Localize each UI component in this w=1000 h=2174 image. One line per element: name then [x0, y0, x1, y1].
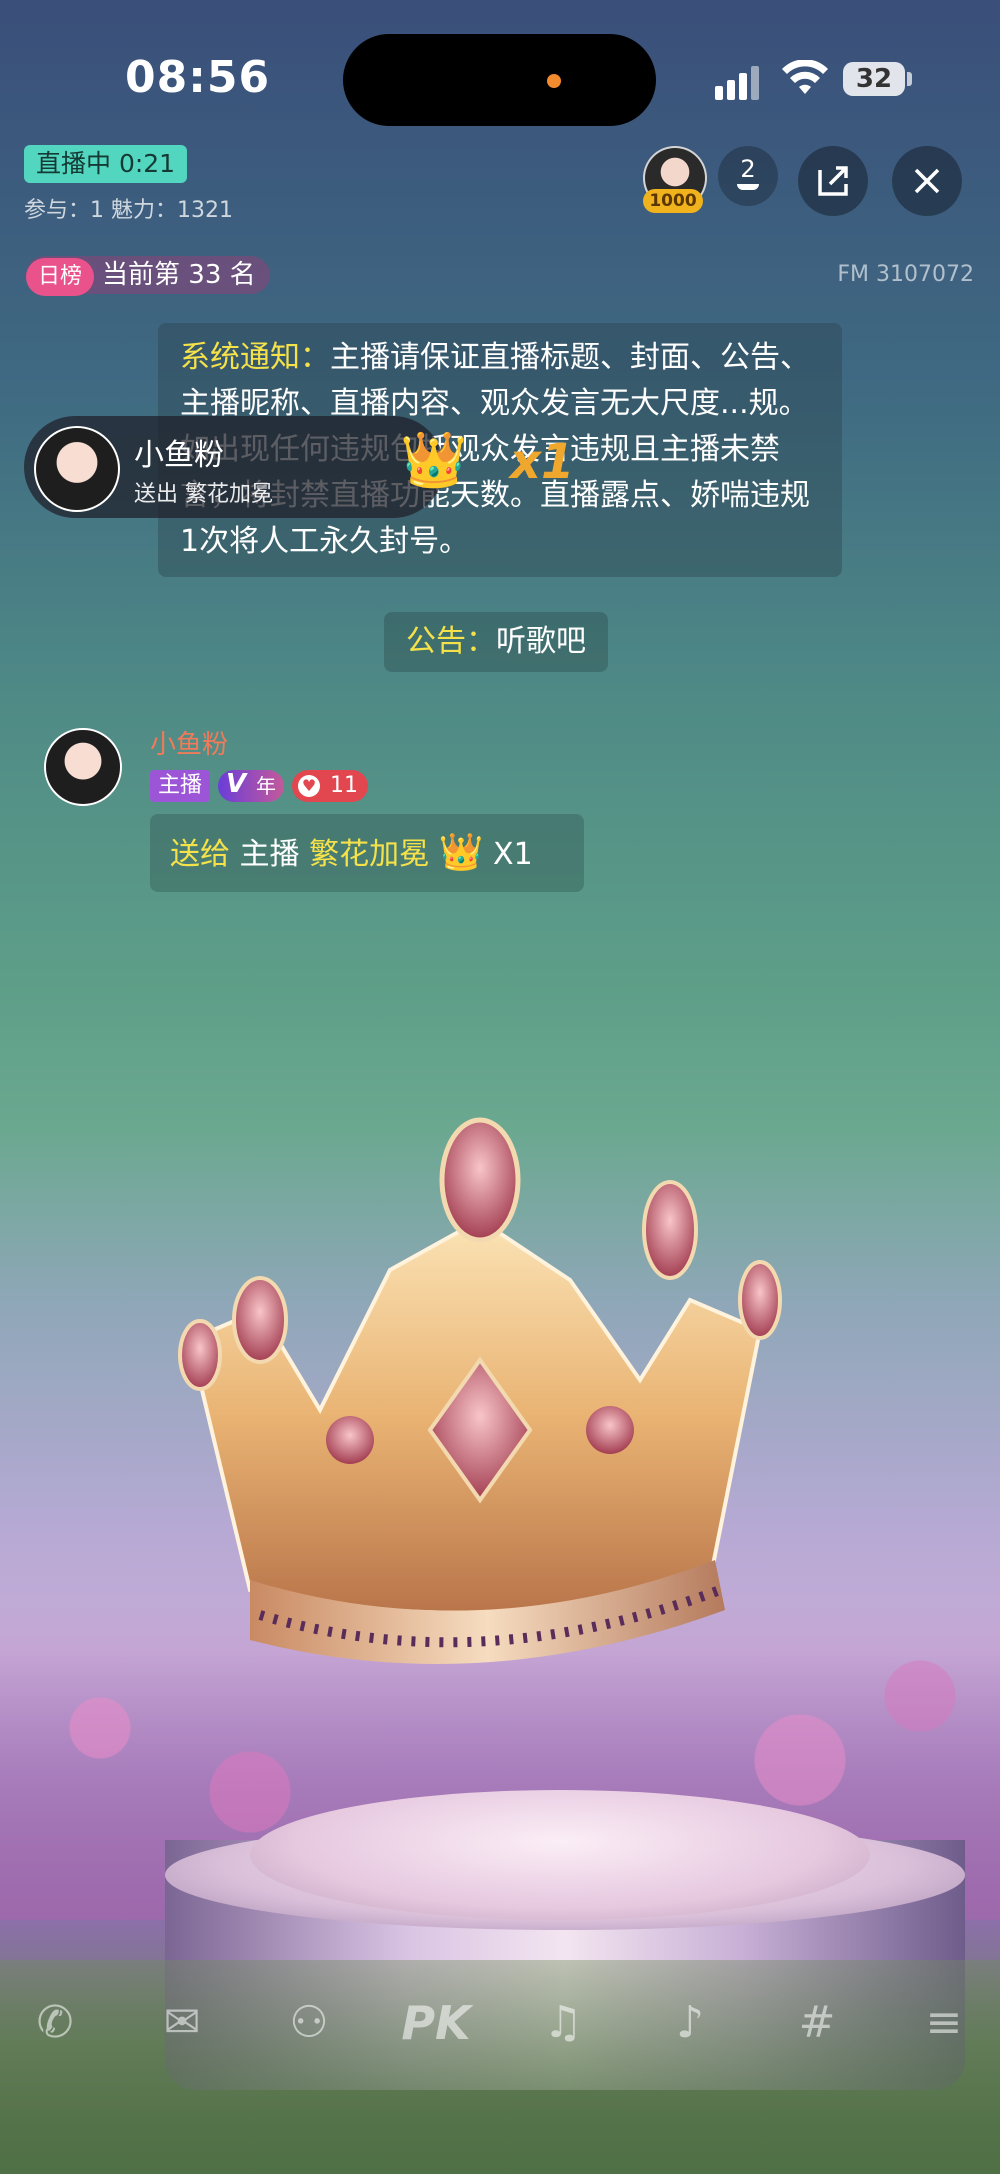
gift-name: 繁花加冕 — [309, 837, 430, 872]
battery-indicator: 32 — [843, 62, 905, 96]
headphones-icon[interactable]: ♫ — [528, 1988, 598, 2058]
live-room-screen: 08:56 32 直播中 0:21 参与：1 魅力：1321 1000 2 日榜… — [0, 0, 1000, 2174]
gift-banner-count: x1 — [510, 434, 575, 490]
vip-icon: V — [226, 769, 247, 799]
viewer-count: 2 — [740, 155, 756, 183]
host-role-tag: 主播 — [150, 770, 211, 802]
share-button[interactable] — [798, 146, 868, 216]
gift-sender-avatar[interactable] — [34, 426, 120, 512]
menu-icon[interactable]: ≡ — [909, 1988, 979, 2058]
wifi-icon — [782, 60, 828, 94]
live-duration-badge: 直播中 0:21 — [24, 145, 188, 183]
dynamic-island — [343, 34, 656, 126]
host-level-badge: 1000 — [643, 189, 703, 213]
fans-level: 11 — [330, 773, 358, 798]
message-username[interactable]: 小鱼粉 — [150, 724, 228, 761]
music-list-icon[interactable]: ♪ — [655, 1988, 725, 2058]
gift-count: X1 — [493, 837, 533, 872]
fm-room-id: FM 3107072 — [837, 262, 974, 287]
gift-banner-text: 送出 繁花加冕 — [134, 482, 273, 507]
viewer-count-button[interactable]: 2 — [718, 146, 778, 206]
status-time: 08:56 — [125, 52, 271, 103]
battery-tip — [907, 72, 912, 86]
heart-icon: ♥ — [298, 775, 320, 797]
vip-year-tag: V年 — [218, 769, 284, 802]
vip-year-label: 年 — [256, 774, 276, 798]
add-user-icon[interactable]: ⚇ — [274, 1988, 344, 2058]
share-icon — [818, 166, 848, 196]
announcement-label: 公告： — [406, 624, 496, 659]
system-notice-label: 系统通知： — [180, 340, 330, 375]
mail-icon[interactable]: ✉ — [147, 1988, 217, 2058]
signal-icon — [715, 62, 765, 100]
fans-level-tag: ♥ 11 — [292, 770, 368, 802]
send-label: 送给 — [170, 837, 230, 872]
close-button[interactable] — [892, 146, 962, 216]
daily-rank-tag: 日榜 — [26, 258, 95, 296]
announcement-text: 听歌吧 — [496, 624, 586, 659]
announcement: 公告：听歌吧 — [384, 612, 608, 672]
podium-top — [250, 1790, 870, 1920]
message-avatar[interactable] — [44, 728, 122, 806]
close-icon — [914, 168, 940, 194]
pk-icon[interactable]: PK — [401, 1988, 471, 2058]
gift-sender-name: 小鱼粉 — [134, 438, 224, 473]
crown-gift-icon: 👑 — [400, 428, 468, 491]
bottom-toolbar: ✆ ✉ ⚇ PK ♫ ♪ # ≡ — [0, 1988, 1000, 2068]
gift-message-bubble: 送给 主播 繁花加冕 👑 X1 — [150, 814, 584, 892]
daily-rank-text: 当前第 33 名 — [102, 260, 256, 290]
crown-animation — [178, 1117, 782, 1664]
crown-gift-icon: 👑 — [438, 832, 484, 873]
live-stats: 参与：1 魅力：1321 — [24, 198, 233, 223]
recording-indicator — [547, 74, 561, 88]
daily-rank-pill[interactable]: 日榜 当前第 33 名 — [26, 256, 270, 296]
gift-recipient: 主播 — [239, 837, 300, 872]
phone-icon[interactable]: ✆ — [20, 1988, 90, 2058]
topic-icon[interactable]: # — [782, 1988, 852, 2058]
